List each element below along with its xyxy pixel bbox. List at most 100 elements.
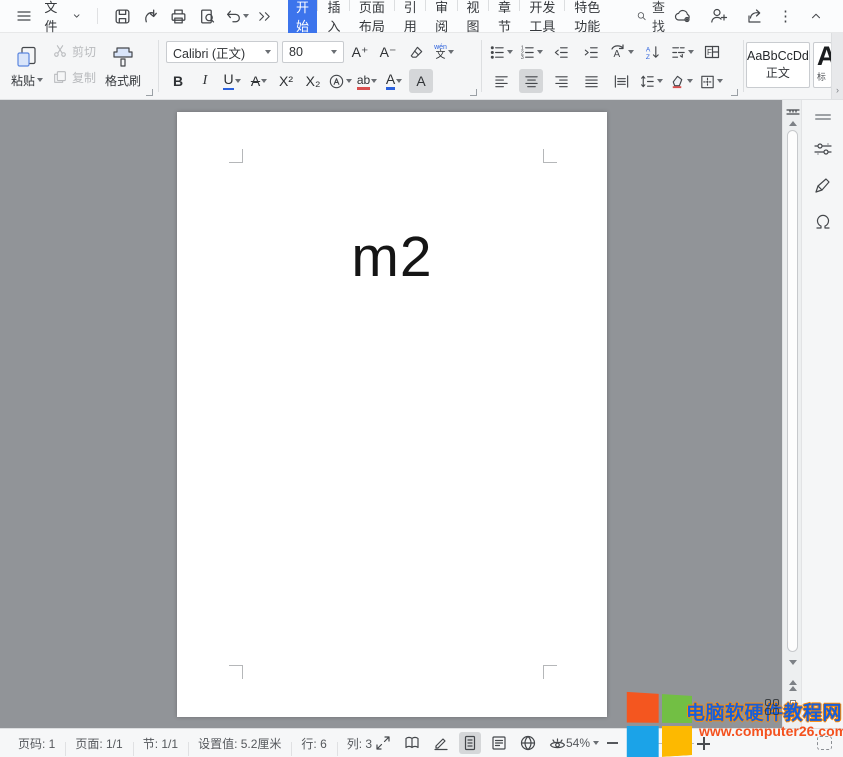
- font-color-button[interactable]: A: [382, 69, 406, 93]
- text-tool-button[interactable]: F: [700, 40, 724, 64]
- fullscreen-view-button[interactable]: [372, 732, 394, 754]
- print-preview-button[interactable]: [195, 4, 219, 28]
- sidebar-symbols-button[interactable]: [813, 212, 833, 232]
- line-spacing-dropdown-arrow[interactable]: [657, 79, 663, 83]
- scroll-up-button[interactable]: [783, 121, 802, 126]
- char-shading-button[interactable]: A: [409, 69, 433, 93]
- style-heading[interactable]: A 标: [813, 42, 832, 88]
- statusbar-item[interactable]: 行: 6: [291, 735, 336, 752]
- justify-button[interactable]: [579, 69, 603, 93]
- zoom-out-button[interactable]: [607, 742, 618, 744]
- sidebar-collapse-handle[interactable]: [813, 110, 833, 124]
- align-left-button[interactable]: [489, 69, 513, 93]
- sidebar-annotate-button[interactable]: [813, 176, 833, 196]
- subscript-button[interactable]: X₂: [301, 69, 325, 93]
- statusbar-item[interactable]: 节: 1/1: [133, 735, 188, 752]
- superscript-button[interactable]: X²: [274, 69, 298, 93]
- share-button[interactable]: [742, 4, 768, 28]
- save-button[interactable]: [110, 4, 134, 28]
- font-dialog-launcher[interactable]: [470, 89, 477, 96]
- cut-button[interactable]: 剪切: [48, 38, 100, 64]
- enclose-char-dropdown-arrow[interactable]: [346, 79, 352, 83]
- web-layout-button[interactable]: [517, 732, 539, 754]
- text-direction-dropdown-arrow[interactable]: [628, 50, 634, 54]
- pinyin-dropdown-arrow[interactable]: [448, 50, 454, 54]
- bold-button[interactable]: B: [166, 69, 190, 93]
- font-name-combobox[interactable]: Calibri (正文): [166, 41, 278, 63]
- copy-button[interactable]: 复制: [48, 64, 100, 90]
- clear-format-button[interactable]: [404, 40, 428, 64]
- ruler-toggle-button[interactable]: [783, 106, 802, 118]
- print-button[interactable]: [167, 4, 191, 28]
- document-page[interactable]: m2: [177, 112, 607, 717]
- scrollbar-thumb[interactable]: [787, 130, 798, 652]
- highlight-dropdown-arrow[interactable]: [371, 79, 377, 83]
- char-border-button[interactable]: A: [247, 69, 271, 93]
- styles-more-button[interactable]: ›: [831, 33, 843, 99]
- file-menu[interactable]: 文件: [40, 0, 85, 35]
- shading-dropdown-arrow[interactable]: [687, 79, 693, 83]
- numbered-list-button[interactable]: 123: [519, 40, 543, 64]
- vertical-scrollbar[interactable]: [782, 100, 801, 728]
- overflow-menu-button[interactable]: ⋮: [778, 9, 793, 24]
- enclose-char-button[interactable]: [328, 69, 352, 93]
- clipboard-dialog-launcher[interactable]: [146, 89, 153, 96]
- highlight-button[interactable]: ab: [355, 69, 379, 93]
- show-marks-dropdown-arrow[interactable]: [688, 50, 694, 54]
- statusbar-item[interactable]: 页码: 1: [8, 735, 65, 752]
- bullet-list-button[interactable]: [489, 40, 513, 64]
- main-menu-button[interactable]: [12, 4, 36, 28]
- undo-dropdown-arrow[interactable]: [243, 14, 249, 18]
- paragraph-dialog-launcher[interactable]: [731, 89, 738, 96]
- style-normal[interactable]: AaBbCcDd 正文: [746, 42, 810, 88]
- align-center-button[interactable]: [519, 69, 543, 93]
- statusbar-item[interactable]: 页面: 1/1: [65, 735, 132, 752]
- char-border-dropdown-arrow[interactable]: [261, 79, 267, 83]
- underline-button[interactable]: U: [220, 69, 244, 93]
- outline-view-button[interactable]: [488, 732, 510, 754]
- increase-indent-button[interactable]: [579, 40, 603, 64]
- line-spacing-button[interactable]: [639, 69, 663, 93]
- borders-button[interactable]: [699, 69, 723, 93]
- collapse-ribbon-button[interactable]: [803, 4, 829, 28]
- borders-dropdown-arrow[interactable]: [717, 79, 723, 83]
- shading-button[interactable]: [669, 69, 693, 93]
- distribute-button[interactable]: [609, 69, 633, 93]
- text-direction-button[interactable]: A: [609, 40, 634, 64]
- sidebar-properties-button[interactable]: [813, 140, 833, 160]
- read-layout-button[interactable]: [401, 732, 423, 754]
- underline-dropdown-arrow[interactable]: [235, 79, 241, 83]
- ink-mode-button[interactable]: [430, 732, 452, 754]
- zoom-in-button[interactable]: [697, 737, 710, 750]
- document-canvas[interactable]: m2: [0, 100, 782, 728]
- numbered-list-dropdown-arrow[interactable]: [537, 50, 543, 54]
- italic-button[interactable]: I: [193, 69, 217, 93]
- shrink-font-button[interactable]: A⁻: [376, 40, 400, 64]
- fit-page-button[interactable]: [817, 736, 832, 750]
- decrease-indent-button[interactable]: [549, 40, 573, 64]
- grow-font-button[interactable]: A⁺: [348, 40, 372, 64]
- invite-user-button[interactable]: [706, 4, 732, 28]
- scroll-down-button[interactable]: [783, 660, 802, 665]
- cloud-sync-button[interactable]: [670, 4, 696, 28]
- zoom-level-dropdown[interactable]: 54%: [566, 736, 599, 750]
- bullet-list-dropdown-arrow[interactable]: [507, 50, 513, 54]
- font-color-dropdown-arrow[interactable]: [396, 79, 402, 83]
- paste-button[interactable]: 粘贴: [6, 36, 48, 96]
- undo-button[interactable]: [224, 4, 249, 28]
- document-text[interactable]: m2: [177, 224, 607, 290]
- sort-button[interactable]: AZ: [640, 40, 664, 64]
- font-size-combobox[interactable]: 80: [282, 41, 344, 63]
- statusbar-item[interactable]: 设置值: 5.2厘米: [188, 735, 291, 752]
- align-right-button[interactable]: [549, 69, 573, 93]
- page-view-button[interactable]: [459, 732, 481, 754]
- pinyin-guide-button[interactable]: wén 文: [432, 40, 456, 64]
- more-commands-button[interactable]: [253, 4, 277, 28]
- search-box[interactable]: 查找: [636, 0, 670, 35]
- eye-protect-button[interactable]: [546, 732, 568, 754]
- export-pdf-button[interactable]: [138, 4, 162, 28]
- paste-dropdown-arrow[interactable]: [37, 78, 43, 82]
- show-marks-button[interactable]: [670, 40, 694, 64]
- format-painter-button[interactable]: 格式刷: [100, 36, 146, 96]
- panel-grid-icon[interactable]: [765, 699, 779, 715]
